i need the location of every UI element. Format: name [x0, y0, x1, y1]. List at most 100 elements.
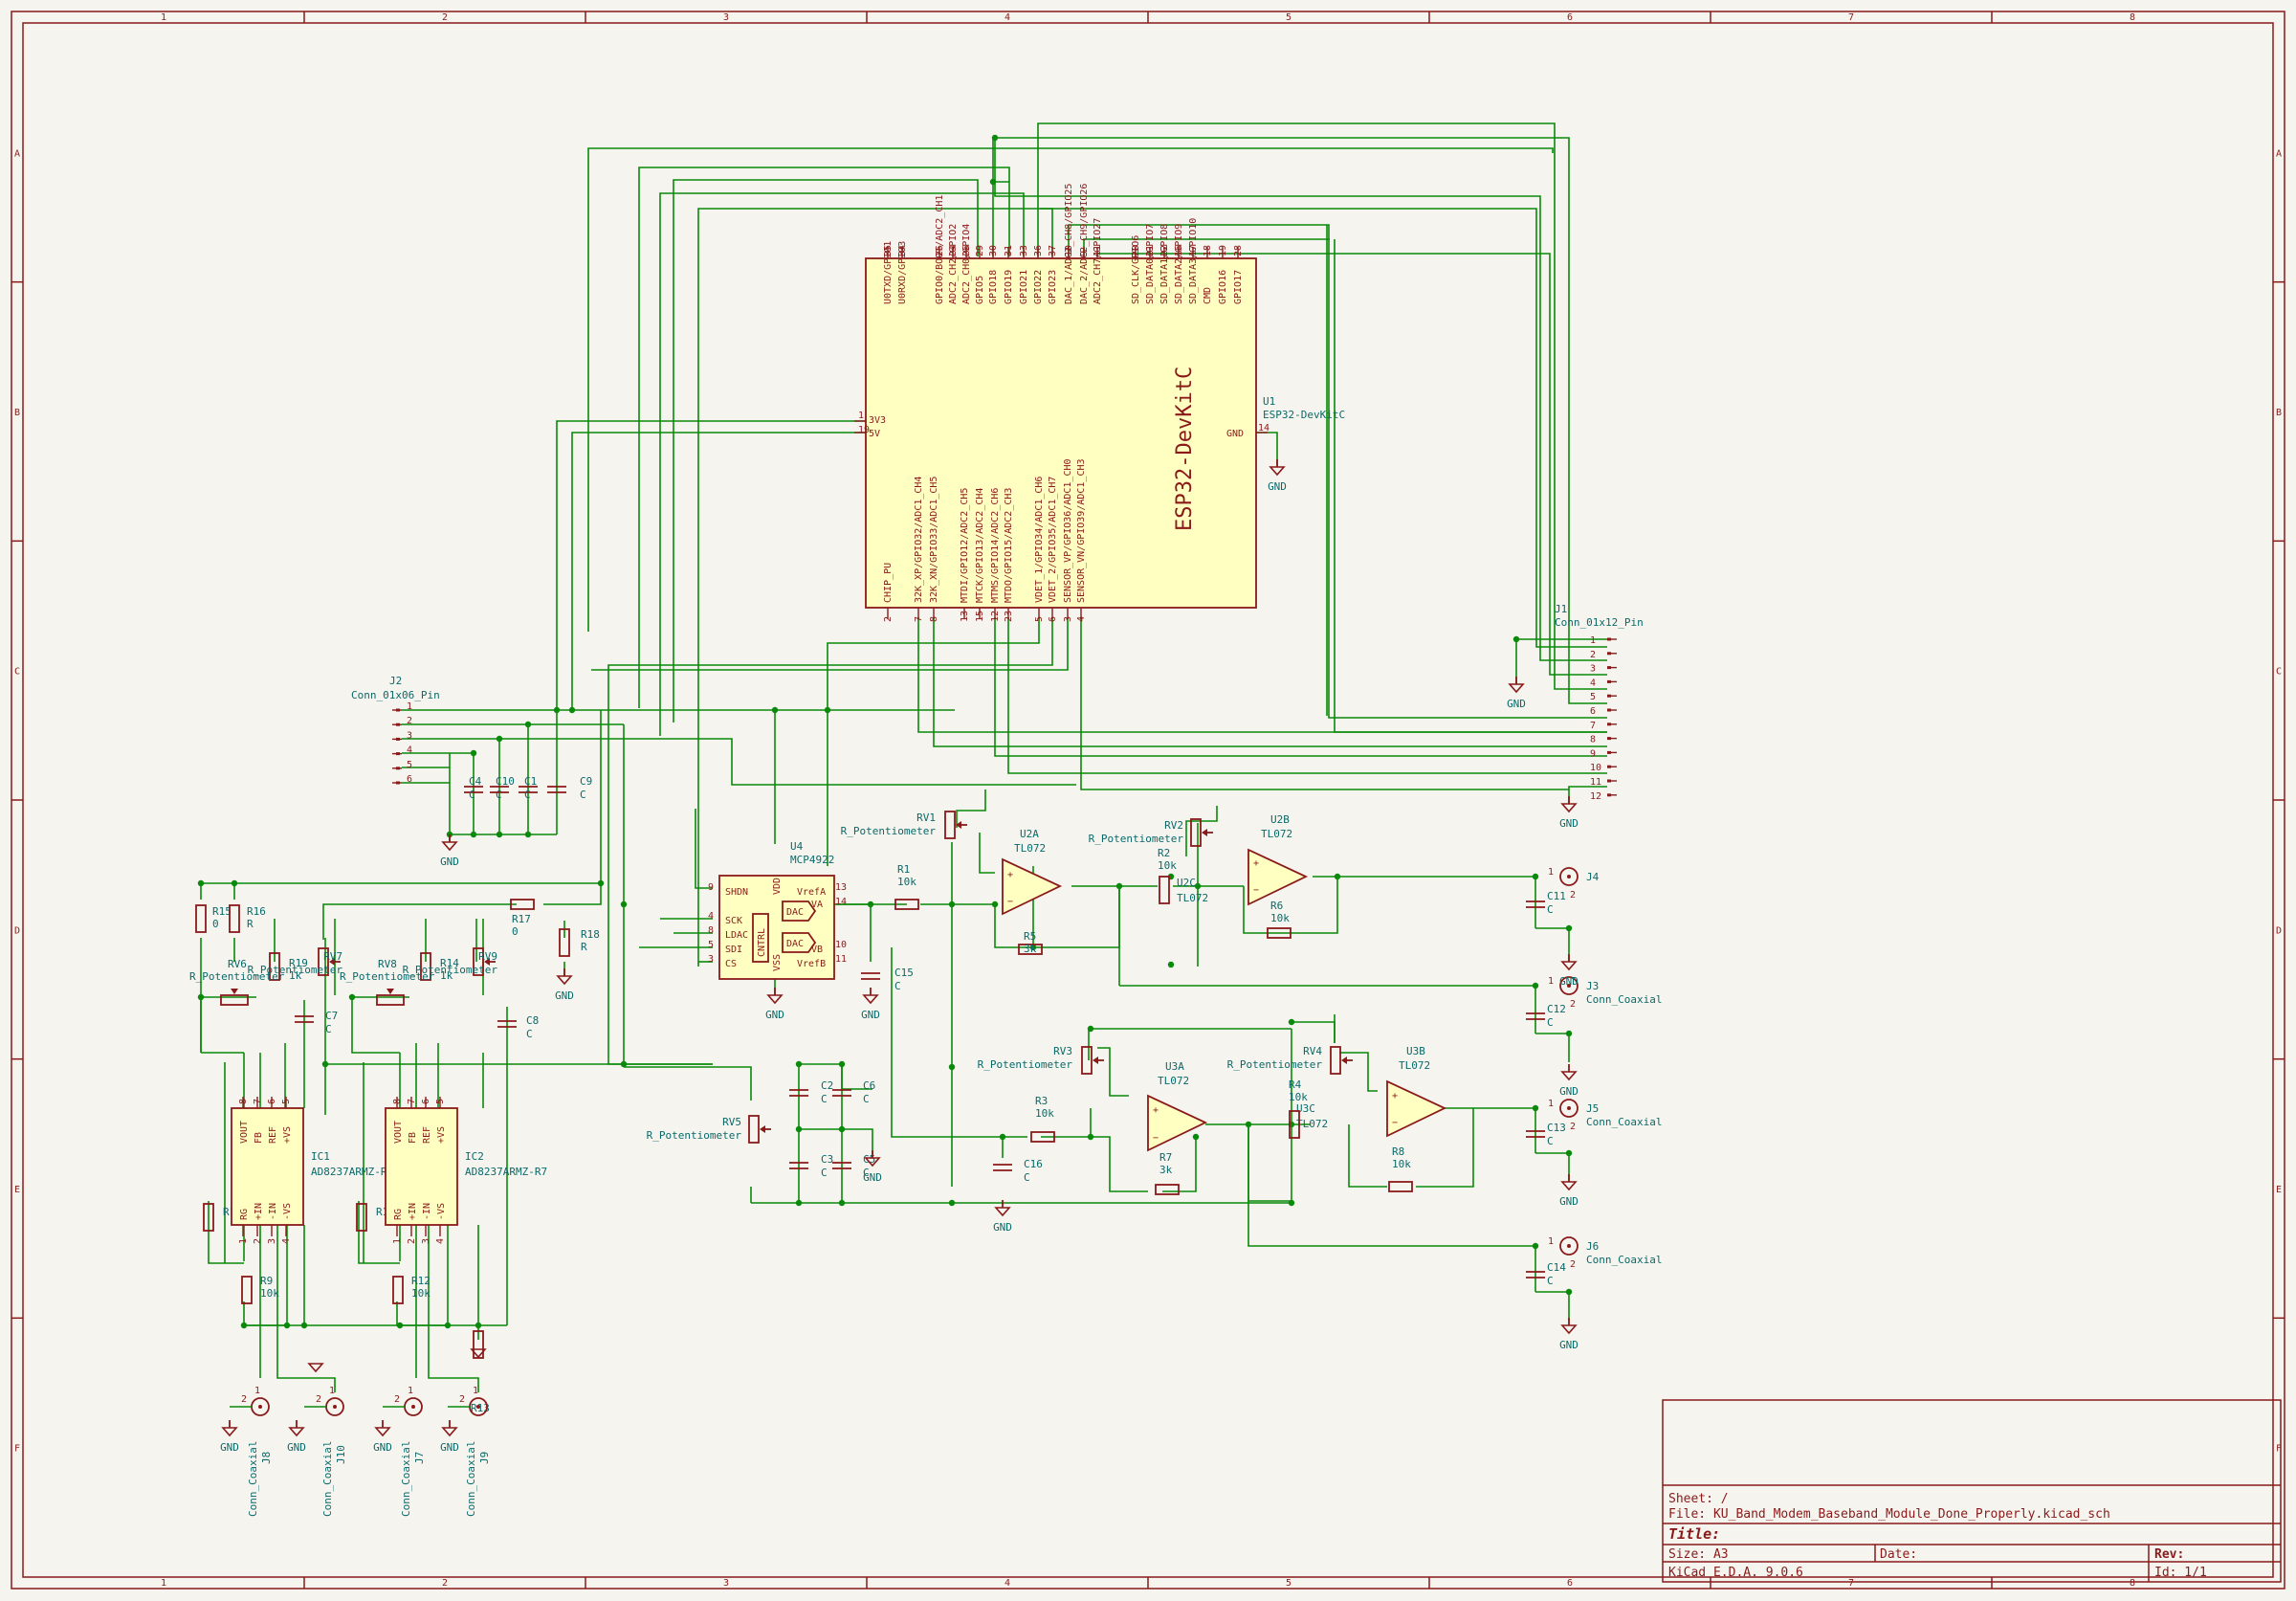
- coax-ref: J10: [335, 1445, 347, 1464]
- ic1-ref: IC1: [311, 1150, 330, 1163]
- frame-col-label-bottom: 1: [161, 1578, 166, 1589]
- esp32-top-pin-label: ADC2_CH2/GPIO2: [948, 224, 959, 304]
- u3b-value: TL072: [1399, 1059, 1430, 1072]
- ic-top-pin-label: REF: [268, 1126, 278, 1144]
- j1-pin-num: 11: [1590, 777, 1601, 788]
- junction-dot: [1288, 1199, 1295, 1207]
- junction-dot: [1532, 1242, 1539, 1250]
- frame-col-label-bottom: 8: [2130, 1578, 2135, 1589]
- u3b-ref: U3B: [1406, 1045, 1425, 1057]
- esp32-bottom-pin-num: 5: [1034, 616, 1045, 622]
- junction-dot: [396, 1322, 404, 1329]
- esp32-pin-gnd: GND: [1226, 429, 1244, 439]
- esp32-bottom-pin-num: 2: [883, 616, 894, 622]
- esp32-top-pin-label: GPIO16: [1218, 270, 1228, 304]
- resistor-ref: R4: [1289, 1078, 1302, 1091]
- gnd-label: GND: [1559, 817, 1578, 830]
- junction-dot: [1532, 1104, 1539, 1112]
- junction-dot: [867, 901, 874, 908]
- resistor-value: 10k: [897, 876, 916, 888]
- ic-bottom-pin-num: 2: [407, 1238, 417, 1244]
- pot-ref: RV2: [1164, 819, 1183, 832]
- gnd-label: GND: [765, 1009, 784, 1021]
- ic-bottom-pin-label: -IN: [268, 1203, 278, 1220]
- resistor-ref: R1: [897, 863, 910, 876]
- u4-ref: U4: [790, 840, 804, 853]
- u2b-ref: U2B: [1270, 813, 1290, 826]
- ic-top-pin-label: REF: [422, 1126, 432, 1144]
- gnd-icon: [1560, 1324, 1578, 1335]
- esp32-bottom-pin-label: VDET_1/GPIO34/ADC1_CH6: [1034, 477, 1045, 603]
- junction-dot: [1288, 1018, 1295, 1026]
- gnd-icon: [862, 994, 879, 1005]
- coax-value: Conn_Coaxial: [1586, 1254, 1662, 1266]
- junction-dot: [838, 1199, 846, 1207]
- title-block-rev: Rev:: [2154, 1547, 2184, 1562]
- junction-dot: [838, 1060, 846, 1068]
- cap-value: C: [1547, 1275, 1554, 1287]
- ic-top-pin-label: +VS: [436, 1126, 447, 1144]
- cap-ref: C3: [821, 1153, 833, 1166]
- ic-bottom-pin-label: -IN: [422, 1203, 432, 1220]
- j1-pin-num: 1: [1590, 635, 1596, 646]
- junction-dot: [444, 1322, 452, 1329]
- u2a-ref: U2A: [1020, 828, 1039, 840]
- junction-dot: [795, 1125, 803, 1133]
- j1-pin-num: 8: [1590, 735, 1596, 745]
- gnd-icon: [1560, 1181, 1578, 1191]
- coax-pin-num: 1: [1548, 867, 1554, 878]
- coax-pin-num: 1: [1548, 1236, 1554, 1247]
- ic1-value: AD8237ARMZ-R7: [311, 1166, 393, 1178]
- resistor-ref: R8: [1392, 1145, 1404, 1158]
- u4-pin-num-8: 8: [708, 925, 714, 936]
- esp32-top-pin-num: 37: [1048, 245, 1058, 256]
- gnd-icon: [1560, 961, 1578, 971]
- cap-value: C: [894, 980, 901, 992]
- gnd-icon: [221, 1427, 238, 1437]
- coax-pin-num: 2: [459, 1394, 465, 1405]
- u2b-value: TL072: [1261, 828, 1292, 840]
- title-block-size: Size: A3: [1668, 1547, 1729, 1562]
- title-block-tool: KiCad E.D.A. 9.0.6: [1668, 1566, 1803, 1580]
- passive-components: R110kR53kR610kR310kR73kR810kR170R210kR41…: [189, 775, 1566, 1414]
- gnd-icon: [1269, 466, 1286, 477]
- esp32-body-label: ESP32-DevKitC: [1173, 367, 1197, 531]
- esp32-value: ESP32-DevKitC: [1263, 409, 1345, 421]
- coax-pin-num: 1: [1548, 976, 1554, 987]
- u2c-ref: U2C: [1177, 877, 1196, 889]
- u4-pin-num-10: 10: [835, 940, 847, 950]
- resistor-value: 3k: [1024, 943, 1037, 955]
- esp32-top-pin-num: 28: [1233, 245, 1244, 256]
- resistor-value: 0: [212, 918, 219, 930]
- j2-pin-num: 3: [407, 730, 412, 741]
- cap-ref: C7: [325, 1010, 338, 1022]
- resistor-value: 0: [512, 925, 519, 938]
- resistor-ref: R12: [411, 1275, 430, 1287]
- esp32-pin-num-1: 1: [858, 411, 864, 421]
- esp32-top-pin-num: 9: [1079, 251, 1090, 256]
- junction-dot: [948, 1063, 956, 1071]
- esp32-bottom-pin-num: 6: [1048, 616, 1058, 622]
- connector-j1: J1 Conn_01x12_Pin 123456789101112: [1555, 603, 1644, 802]
- u2a-minus: −: [1007, 897, 1013, 907]
- j1-pin-num: 4: [1590, 678, 1596, 688]
- u4-vdd-label: VDD: [772, 878, 783, 895]
- coax-ref: J6: [1586, 1240, 1599, 1253]
- coax-pin-num: 2: [1570, 999, 1576, 1010]
- junction-dot: [795, 1060, 803, 1068]
- u4-pin-cs: CS: [725, 959, 737, 969]
- junction-dot: [1512, 635, 1520, 643]
- junction-dot: [470, 831, 477, 838]
- ic-bottom-pin-num: 1: [238, 1238, 249, 1244]
- frame-row-label-left: C: [14, 667, 20, 678]
- ic-bottom-pin-label: RG: [239, 1209, 250, 1220]
- esp32-top-pin-num: 22: [1159, 245, 1170, 256]
- frame-row-label-right: A: [2276, 148, 2282, 159]
- pot-value: R_Potentiometer: [1089, 833, 1184, 845]
- junction-dot: [597, 879, 605, 887]
- pot-value: R_Potentiometer: [340, 970, 435, 983]
- j2-pin-num: 4: [407, 745, 412, 756]
- ic-bottom-pin-label: -VS: [282, 1203, 293, 1220]
- ic-top-pin-num: 8: [392, 1099, 403, 1104]
- cap-ref: C6: [863, 1079, 875, 1092]
